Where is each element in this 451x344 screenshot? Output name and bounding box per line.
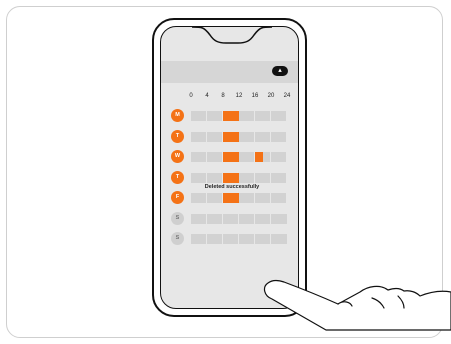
hour-label: 20 bbox=[267, 93, 275, 99]
toast-message: Deleted successfully bbox=[204, 184, 260, 190]
time-cell[interactable] bbox=[255, 193, 271, 203]
hour-label: 12 bbox=[235, 93, 243, 99]
time-cell[interactable] bbox=[271, 234, 287, 244]
time-cell[interactable] bbox=[191, 152, 207, 162]
schedule-slot[interactable] bbox=[223, 193, 239, 203]
schedule-slot[interactable] bbox=[223, 131, 239, 142]
day-row: F bbox=[161, 191, 298, 205]
day-row: S bbox=[161, 232, 298, 246]
day-toggle[interactable]: F bbox=[171, 191, 184, 204]
schedule-slot[interactable] bbox=[255, 152, 263, 162]
day-toggle[interactable]: M bbox=[171, 109, 184, 122]
day-timeline[interactable] bbox=[191, 213, 287, 224]
day-timeline[interactable] bbox=[191, 111, 287, 121]
day-row: S bbox=[161, 211, 298, 226]
day-timeline[interactable] bbox=[191, 172, 287, 183]
time-cell[interactable] bbox=[239, 152, 255, 162]
hour-label: 0 bbox=[189, 93, 193, 99]
day-toggle[interactable]: T bbox=[171, 129, 184, 143]
menu-button[interactable]: ▴ bbox=[272, 66, 288, 76]
day-row: W bbox=[161, 150, 298, 164]
time-cell[interactable] bbox=[207, 193, 223, 203]
time-cell[interactable] bbox=[239, 172, 255, 183]
time-cell[interactable] bbox=[207, 152, 223, 162]
hour-label: 16 bbox=[251, 93, 259, 99]
time-cell[interactable] bbox=[207, 234, 223, 244]
time-cell[interactable] bbox=[255, 131, 271, 142]
day-timeline[interactable] bbox=[191, 131, 287, 142]
schedule-slot[interactable] bbox=[223, 111, 239, 121]
hour-axis: 0 4 8 12 16 20 24 bbox=[185, 93, 297, 103]
time-cell[interactable] bbox=[271, 152, 287, 162]
phone-screen: ▴ 0 4 8 12 16 20 24 MTWTFSS Deleted successful… bbox=[160, 26, 299, 309]
time-cell[interactable] bbox=[191, 234, 207, 244]
phone-frame: ▴ 0 4 8 12 16 20 24 MTWTFSS Deleted successful… bbox=[152, 18, 307, 317]
time-cell[interactable] bbox=[191, 131, 207, 142]
time-cell[interactable] bbox=[255, 234, 271, 244]
time-cell[interactable] bbox=[223, 234, 239, 244]
day-row: T bbox=[161, 129, 298, 144]
time-cell[interactable] bbox=[191, 111, 207, 121]
time-cell[interactable] bbox=[207, 172, 223, 183]
schedule-slot[interactable] bbox=[223, 152, 239, 162]
phone-notch bbox=[192, 27, 272, 44]
time-cell[interactable] bbox=[255, 213, 271, 224]
day-toggle[interactable]: S bbox=[171, 232, 184, 245]
day-toggle[interactable]: W bbox=[171, 150, 184, 163]
time-cell[interactable] bbox=[239, 213, 255, 224]
time-cell[interactable] bbox=[239, 193, 255, 203]
app-header-bar: ▴ bbox=[161, 61, 298, 83]
time-cell[interactable] bbox=[191, 213, 207, 224]
day-toggle[interactable]: S bbox=[171, 211, 184, 225]
chevron-up-icon: ▴ bbox=[278, 67, 282, 74]
time-cell[interactable] bbox=[271, 193, 287, 203]
time-cell[interactable] bbox=[191, 172, 207, 183]
schedule-slot[interactable] bbox=[223, 172, 239, 183]
hour-label: 8 bbox=[221, 93, 225, 99]
time-cell[interactable] bbox=[207, 131, 223, 142]
time-cell[interactable] bbox=[255, 172, 271, 183]
time-cell[interactable] bbox=[271, 111, 287, 121]
day-timeline[interactable] bbox=[191, 193, 287, 203]
hour-label: 24 bbox=[283, 93, 291, 99]
time-cell[interactable] bbox=[271, 131, 287, 142]
time-cell[interactable] bbox=[271, 172, 287, 183]
hour-label: 4 bbox=[205, 93, 209, 99]
time-cell[interactable] bbox=[271, 214, 287, 224]
time-cell[interactable] bbox=[191, 193, 207, 203]
time-cell[interactable] bbox=[207, 111, 223, 121]
day-toggle[interactable]: T bbox=[171, 170, 184, 184]
time-cell[interactable] bbox=[207, 213, 223, 224]
time-cell[interactable] bbox=[239, 111, 255, 121]
day-timeline[interactable] bbox=[191, 234, 287, 244]
time-cell[interactable] bbox=[239, 131, 255, 142]
time-cell[interactable] bbox=[239, 234, 255, 244]
day-timeline[interactable] bbox=[191, 152, 287, 162]
time-cell[interactable] bbox=[255, 111, 271, 121]
day-row: M bbox=[161, 109, 298, 123]
time-cell[interactable] bbox=[223, 213, 239, 224]
